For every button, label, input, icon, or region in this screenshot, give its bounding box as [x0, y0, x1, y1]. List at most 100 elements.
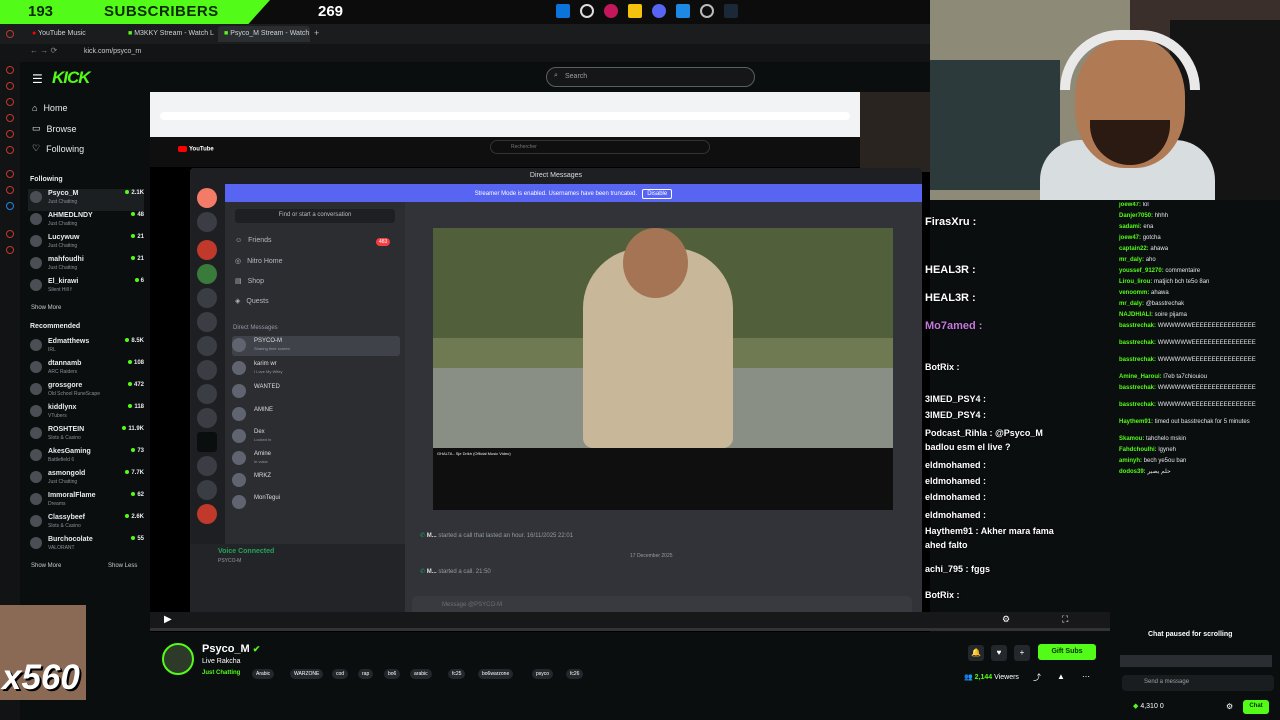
chat-username[interactable]: basstrechak:: [1119, 323, 1158, 329]
tab-psyco-m[interactable]: ■ Psyco_M Stream - Watch: [218, 26, 310, 42]
channel-points[interactable]: ◆ 4,310 0: [1133, 702, 1164, 710]
stream-tag[interactable]: rap: [358, 669, 374, 679]
sidebar-app-icon[interactable]: [6, 114, 14, 122]
sidebar-app-icon[interactable]: [6, 186, 14, 194]
chat-username[interactable]: venoomm:: [1119, 290, 1151, 296]
back-icon[interactable]: ← → ⟳: [30, 46, 57, 55]
sidebar-app-icon[interactable]: [6, 202, 14, 210]
recommended-channel[interactable]: Classybeef Slots & Casino 2.6K: [28, 513, 144, 535]
stream-tag[interactable]: arabic: [410, 669, 432, 679]
chat-send-button[interactable]: Chat: [1243, 700, 1269, 714]
settings-icon[interactable]: [700, 4, 714, 18]
steam-icon[interactable]: [724, 4, 738, 18]
opera-icon[interactable]: [604, 4, 618, 18]
chat-username[interactable]: basstrechak:: [1119, 340, 1158, 346]
sidebar-app-icon[interactable]: [6, 246, 14, 254]
chat-username[interactable]: youssef_91270:: [1119, 268, 1165, 274]
recommended-channel[interactable]: ROSHTEIN Slots & Casino 11.9K: [28, 425, 144, 447]
chat-username[interactable]: aminyh:: [1119, 458, 1144, 464]
share-icon[interactable]: ⤴: [1033, 672, 1041, 683]
channel-name[interactable]: Psyco_M ✔: [202, 643, 260, 655]
recommended-channel[interactable]: Burchocolate VALORANT 55: [28, 535, 144, 557]
recommended-channel[interactable]: kiddlynx VTubers 118: [28, 403, 144, 425]
stream-tag[interactable]: WARZONE: [290, 669, 324, 679]
recommended-channel[interactable]: Edmatthews IRL 8.5K: [28, 337, 144, 359]
sidebar-app-icon[interactable]: [6, 146, 14, 154]
chat-username[interactable]: captain22:: [1119, 246, 1150, 252]
sidebar-app-icon[interactable]: [6, 130, 14, 138]
kick-logo[interactable]: KICK: [52, 68, 91, 88]
stream-tag[interactable]: cod: [332, 669, 349, 679]
more-icon[interactable]: ⋯: [1082, 672, 1090, 681]
show-more-following[interactable]: Show More: [31, 305, 61, 311]
chat-username[interactable]: mr_daly:: [1119, 257, 1146, 263]
stream-tag[interactable]: fc25: [448, 669, 466, 679]
following-channel[interactable]: mahfoudhi Just Chatting 21: [28, 255, 144, 277]
chat-username[interactable]: joew47:: [1119, 235, 1143, 241]
recommended-channel[interactable]: ImmoralFlame Dreams 62: [28, 491, 144, 513]
chat-username[interactable]: basstrechak:: [1119, 357, 1158, 363]
recommended-channel[interactable]: dtannamb ARC Raiders 108: [28, 359, 144, 381]
clip-icon[interactable]: +: [1014, 645, 1030, 661]
tab-youtube-music[interactable]: ● YouTube Music: [26, 26, 118, 42]
stream-category[interactable]: Just Chatting: [202, 670, 240, 676]
chat-settings-icon[interactable]: ⚙: [1226, 702, 1233, 711]
stream-tag[interactable]: Arabic: [252, 669, 275, 679]
play-icon[interactable]: ▶: [164, 614, 172, 625]
chat-username[interactable]: sadami:: [1119, 224, 1143, 230]
notification-icon[interactable]: 🔔: [968, 645, 984, 661]
nav-browse[interactable]: ▭ Browse: [32, 123, 77, 134]
chat-paused[interactable]: Chat paused for scrolling: [1148, 631, 1232, 638]
search-input[interactable]: ⌕ Search: [546, 67, 755, 87]
folder-icon[interactable]: [628, 4, 642, 18]
nav-home[interactable]: ⌂ Home: [32, 103, 67, 113]
url-text[interactable]: kick.com/psyco_m: [84, 48, 141, 55]
recommended-channel[interactable]: AkesGaming Battlefield 6 73: [28, 447, 144, 469]
sidebar-app-icon[interactable]: [6, 230, 14, 238]
app-icon[interactable]: [676, 4, 690, 18]
emote-bar[interactable]: [1120, 655, 1272, 667]
following-channel[interactable]: AHMEDLNDY Just Chatting 48: [28, 211, 144, 233]
nav-following[interactable]: ♡ Following: [32, 143, 84, 154]
following-channel[interactable]: El_kirawi Silent Hill f 6: [28, 277, 144, 299]
sidebar-app-icon[interactable]: [6, 66, 14, 74]
chat-username[interactable]: Danjer7050:: [1119, 213, 1155, 219]
chat-username[interactable]: mr_daly:: [1119, 301, 1146, 307]
report-icon[interactable]: ▲: [1057, 672, 1065, 681]
stream-tag[interactable]: bo6: [384, 669, 401, 679]
chat-username[interactable]: dodos39:: [1119, 469, 1147, 475]
chat-username[interactable]: Lirou_lirou:: [1119, 279, 1154, 285]
chat-username[interactable]: Skamou:: [1119, 436, 1146, 442]
chat-username[interactable]: NAJDHIALI:: [1119, 312, 1155, 318]
sidebar-app-icon[interactable]: [6, 170, 14, 178]
search-icon[interactable]: [580, 4, 594, 18]
show-less-recommended[interactable]: Show Less: [108, 563, 137, 569]
discord-icon[interactable]: [652, 4, 666, 18]
follow-heart-icon[interactable]: ♥: [991, 645, 1007, 661]
following-channel[interactable]: Lucywuw Just Chatting 21: [28, 233, 144, 255]
following-channel[interactable]: Psyco_M Just Chatting 2.1K: [28, 189, 144, 211]
sidebar-app-icon[interactable]: [6, 82, 14, 90]
recommended-channel[interactable]: asmongold Just Chatting 7.7K: [28, 469, 144, 491]
gift-subs-button[interactable]: Gift Subs: [1038, 644, 1096, 660]
stream-tag[interactable]: bo6warzone: [478, 669, 514, 679]
sidebar-app-icon[interactable]: [6, 98, 14, 106]
progress-bar[interactable]: [150, 628, 1110, 631]
chat-username[interactable]: Haythem91:: [1119, 419, 1155, 425]
chat-username[interactable]: Fahdchoulhi:: [1119, 447, 1158, 453]
stream-tag[interactable]: fc26: [566, 669, 584, 679]
chat-username[interactable]: basstrechak:: [1119, 402, 1158, 408]
new-tab-icon[interactable]: +: [314, 28, 319, 38]
show-more-recommended[interactable]: Show More: [31, 563, 61, 569]
windows-icon[interactable]: [556, 4, 570, 18]
chat-username[interactable]: basstrechak:: [1119, 385, 1158, 391]
tab-m3kky[interactable]: ■ M3KKY Stream - Watch L: [122, 26, 214, 42]
chat-input[interactable]: Send a message: [1122, 675, 1274, 691]
chat-username[interactable]: joew47:: [1119, 202, 1143, 208]
recommended-channel[interactable]: grossgore Old School RuneScape 472: [28, 381, 144, 403]
stream-tag[interactable]: psyco: [532, 669, 554, 679]
channel-avatar[interactable]: [162, 643, 194, 675]
sidebar-app-icon[interactable]: [6, 30, 14, 38]
chat-username[interactable]: Amine_Haroui:: [1119, 374, 1163, 380]
menu-icon[interactable]: ☰: [32, 72, 43, 86]
